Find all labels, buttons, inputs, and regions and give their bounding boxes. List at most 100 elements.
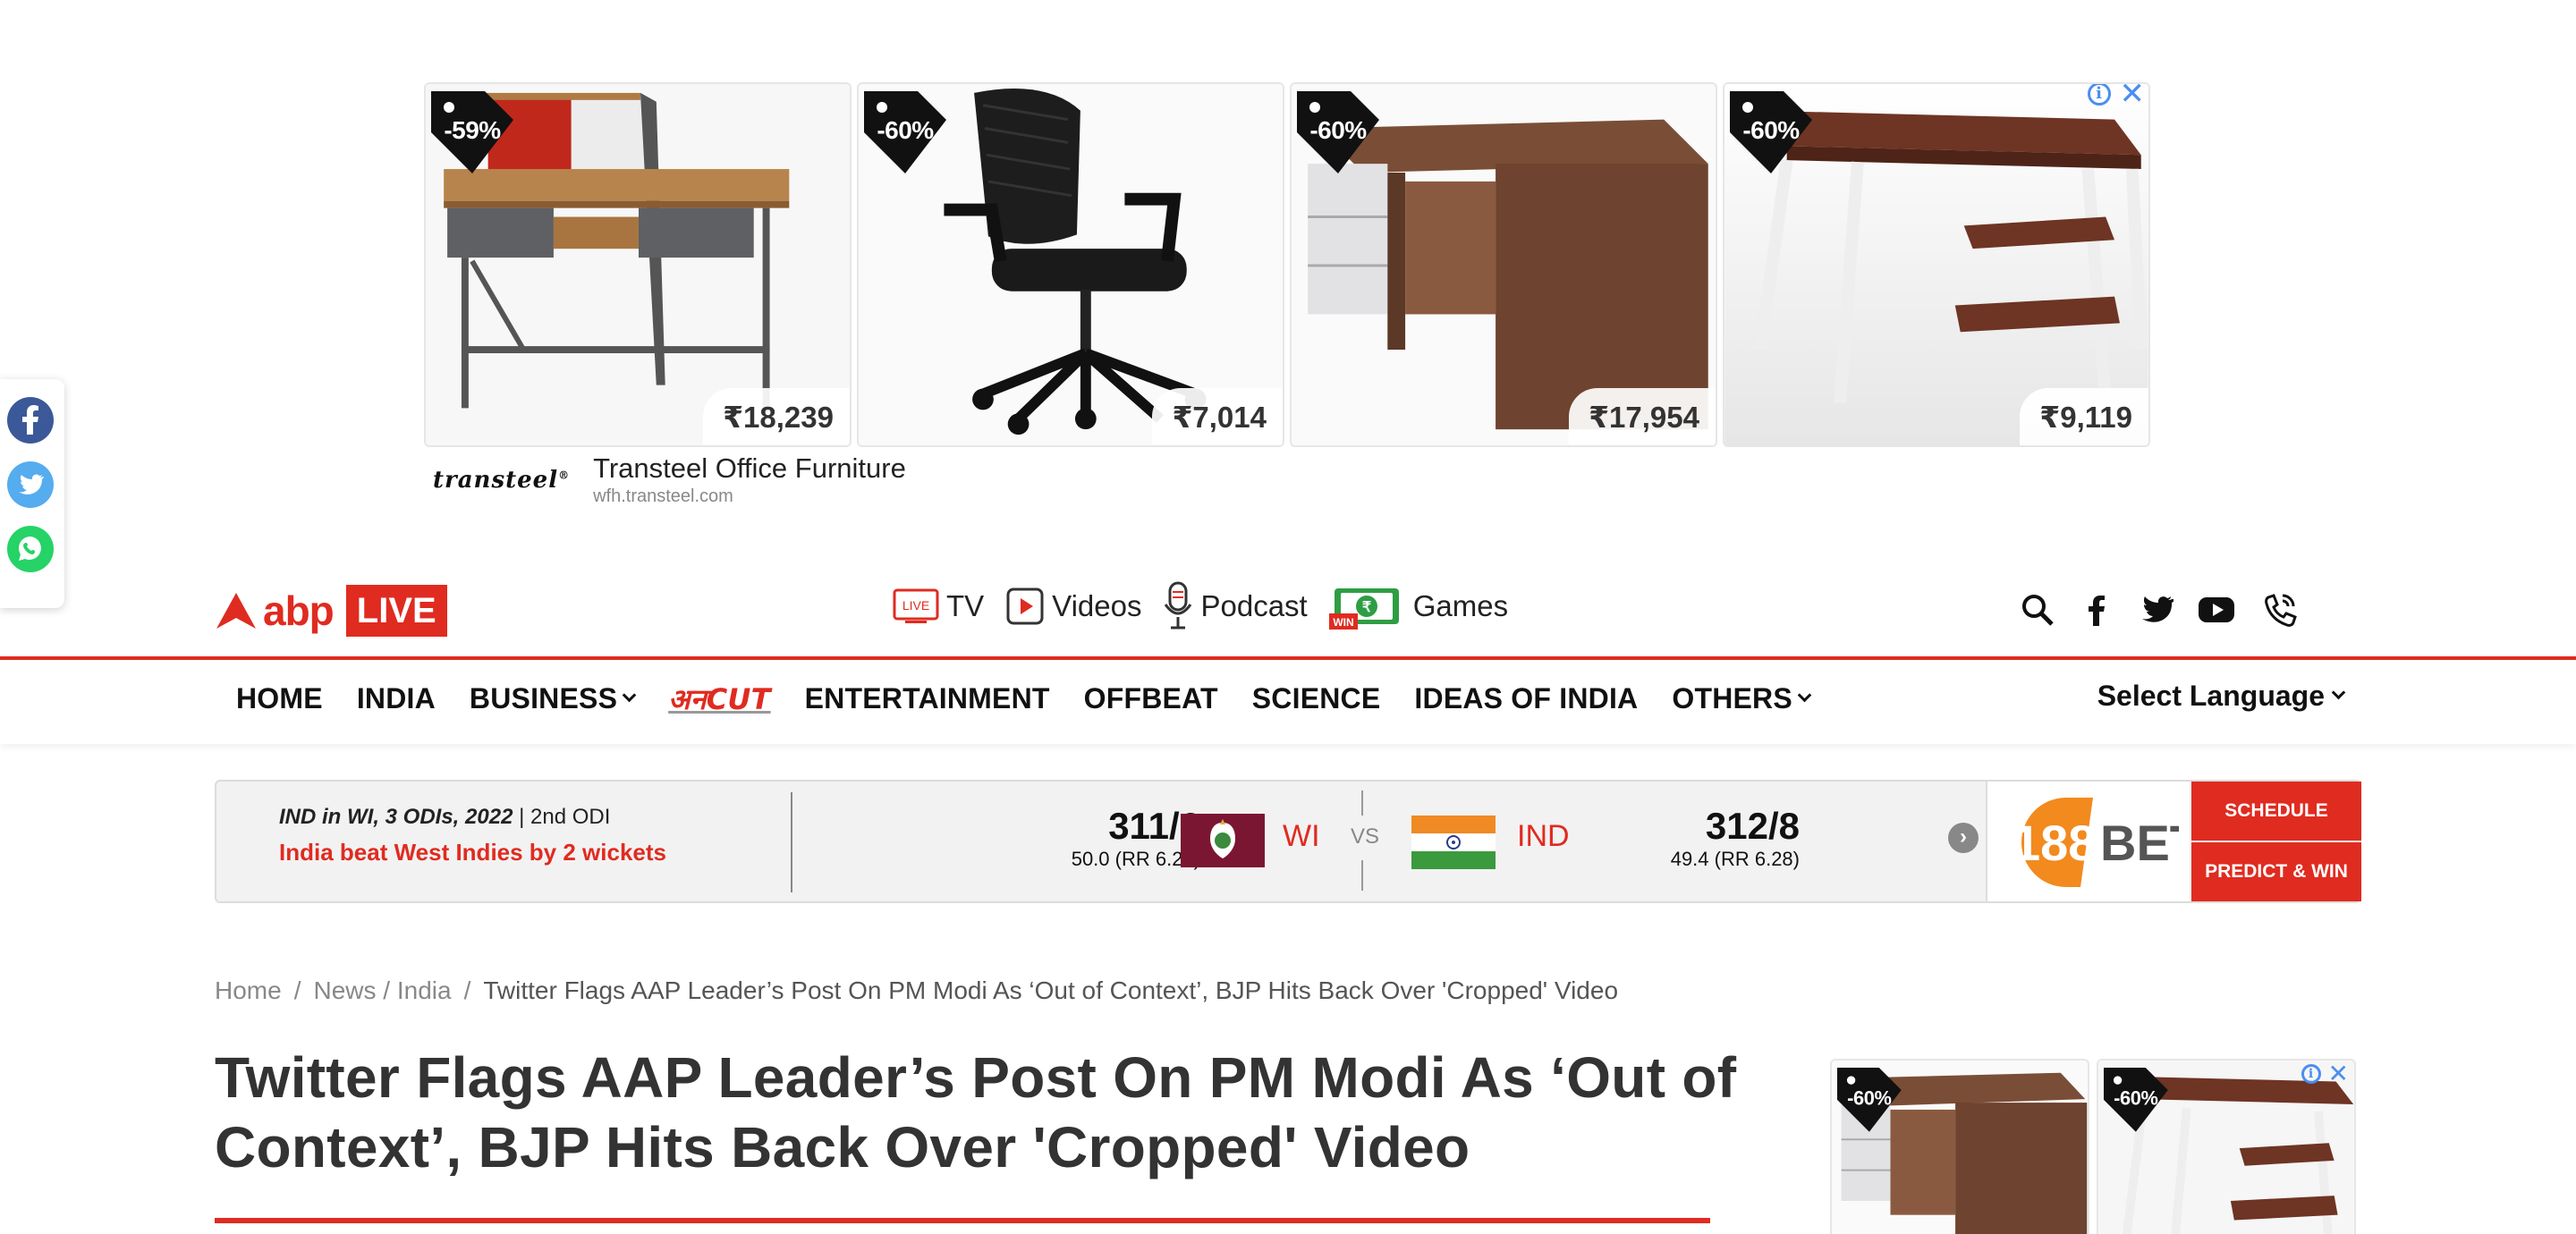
ad-tile-office-chair[interactable]: -60% ₹7,014 [857,82,1284,447]
score-divider [791,792,792,892]
chevron-down-icon [2331,685,2346,700]
ad-info-icon[interactable]: i [2301,1064,2321,1084]
whatsapp-share-icon[interactable] [7,526,54,572]
live-tv-icon: LIVE [893,588,939,623]
team2-name: IND [1517,819,1570,853]
side-ad-tile-shelf-desk[interactable]: -60% i ✕ [2097,1059,2356,1234]
phone-icon[interactable] [2259,590,2299,630]
nav-podcast[interactable]: Podcast [1163,581,1308,631]
svg-text:188: 188 [2012,815,2096,871]
language-label: Select Language [2097,680,2325,712]
ad-close-icon[interactable]: ✕ [2120,84,2146,109]
series-info: IND in WI, 3 ODIs, 2022 | 2nd ODI [279,805,611,829]
vs-label: VS [1351,824,1380,849]
nav-uncut[interactable]: अनCUT [668,680,771,718]
breadcrumb-separator: / [293,976,301,1004]
svg-text:WIN: WIN [1333,616,1353,629]
discount-tag: -60% [1837,1068,1902,1132]
youtube-icon[interactable] [2197,592,2236,628]
nav-games[interactable]: ₹ WIN Games [1328,583,1509,630]
west-indies-flag [1181,814,1265,867]
chevron-down-icon [622,688,637,703]
top-advertisement[interactable]: -59% ₹18,239 -60% ₹7,014 -60% ₹17,954 -6… [424,82,2152,529]
ad-choices[interactable]: i ✕ [2087,84,2146,109]
price-label: ₹17,954 [1569,388,1716,445]
nav-videos-label: Videos [1052,589,1142,622]
chevron-down-icon [1797,688,1812,703]
discount-label: -60% [2114,1086,2158,1110]
side-ad-tile-office-desk[interactable]: -60% [1830,1059,2089,1234]
nav-india[interactable]: INDIA [357,682,436,715]
nav-ideas-of-india[interactable]: IDEAS OF INDIA [1414,682,1638,715]
next-match-arrow-icon[interactable]: › [1948,823,1979,853]
ad-tile-shelf-desk[interactable]: -60% ₹9,119 i ✕ [1723,82,2150,447]
ad-tile-office-desk[interactable]: -60% ₹17,954 [1290,82,1717,447]
nav-podcast-label: Podcast [1200,589,1308,622]
ad-choices[interactable]: i ✕ [2301,1061,2349,1086]
team1-score: 311/6 50.0 (RR 6.22) [1071,805,1200,870]
nav-videos[interactable]: Videos [1005,587,1141,626]
breadcrumb-news-india[interactable]: News / India [313,976,451,1005]
cricket-score-widget[interactable]: IND in WI, 3 ODIs, 2022 | 2nd ODI India … [215,780,2361,903]
headline-underline [215,1218,1710,1223]
nav-tv-label: TV [946,589,985,622]
nav-entertainment[interactable]: ENTERTAINMENT [805,682,1050,715]
play-icon [1006,587,1044,625]
article-headline: Twitter Flags AAP Leader’s Post On PM Mo… [215,1045,1737,1179]
schedule-button[interactable]: SCHEDULE [2191,782,2361,841]
abp-live-logo[interactable]: abp LIVE [215,585,447,637]
discount-tag: -59% [431,91,513,173]
sponsor-188bet[interactable]: 188 BET [1986,782,2190,901]
vs-divider-top [1361,790,1363,816]
team1-name: WI [1283,819,1320,853]
site-header: abp LIVE LIVE TV Videos Podcast ₹ WIN Ga… [0,572,2576,658]
logo-text: abp [263,587,335,634]
side-advertisement[interactable]: -60% -60% i ✕ [1830,1055,2360,1234]
games-icon: ₹ WIN [1328,588,1399,630]
abp-logo-icon [216,593,256,629]
advertiser-name[interactable]: Transteel Office Furniture [593,452,906,485]
advertiser-logo: transteel® [433,467,571,494]
search-icon[interactable] [2020,592,2055,628]
discount-label: -60% [1742,116,1800,144]
nav-others[interactable]: OTHERS [1672,682,1812,715]
facebook-icon[interactable] [2079,592,2114,628]
breadcrumb: Home / News / India / Twitter Flags AAP … [215,976,1618,1005]
nav-business[interactable]: BUSINESS [470,682,637,715]
sponsor-logo: 188 BET [2012,798,2179,887]
logo-live-badge: LIVE [345,585,447,637]
predict-win-button[interactable]: PREDICT & WIN [2191,842,2361,901]
nav-tv[interactable]: LIVE TV [893,587,984,626]
nav-science[interactable]: SCIENCE [1252,682,1381,715]
advertiser-url[interactable]: wfh.transteel.com [593,485,906,508]
ad-product-carousel: -59% ₹18,239 -60% ₹7,014 -60% ₹17,954 -6… [424,82,2152,447]
ad-close-icon[interactable]: ✕ [2328,1061,2349,1086]
language-selector[interactable]: Select Language [2097,680,2346,713]
discount-label: -60% [877,116,934,144]
breadcrumb-home[interactable]: Home [215,976,282,1005]
ad-tile-study-desk[interactable]: -59% ₹18,239 [424,82,852,447]
facebook-share-icon[interactable] [7,397,54,444]
media-nav: LIVE TV Videos Podcast ₹ WIN Games [893,581,1508,631]
svg-text:BET: BET [2100,815,2179,871]
main-navigation: HOME INDIA BUSINESS अनCUT ENTERTAINMENT … [0,660,2576,744]
ad-info-icon[interactable]: i [2087,84,2111,106]
nav-games-label: Games [1412,589,1509,622]
vs-divider-bottom [1361,860,1363,891]
twitter-icon[interactable] [2138,592,2174,628]
price-label: ₹7,014 [1152,388,1283,445]
team2-score: 312/8 49.4 (RR 6.28) [1670,805,1800,870]
match-result: India beat West Indies by 2 wickets [279,839,666,866]
discount-label: -60% [1309,116,1367,144]
twitter-share-icon[interactable] [7,461,54,508]
svg-text:₹: ₹ [1362,600,1371,615]
ad-brand-row[interactable]: transteel® Transteel Office Furniture wf… [433,452,906,508]
price-label: ₹9,119 [2020,388,2148,445]
price-label: ₹18,239 [703,388,850,445]
nav-home[interactable]: HOME [236,682,323,715]
discount-tag: -60% [1730,91,1812,173]
svg-text:LIVE: LIVE [902,598,929,613]
breadcrumb-separator: / [463,976,471,1004]
nav-offbeat[interactable]: OFFBEAT [1084,682,1218,715]
discount-label: -59% [444,116,501,144]
